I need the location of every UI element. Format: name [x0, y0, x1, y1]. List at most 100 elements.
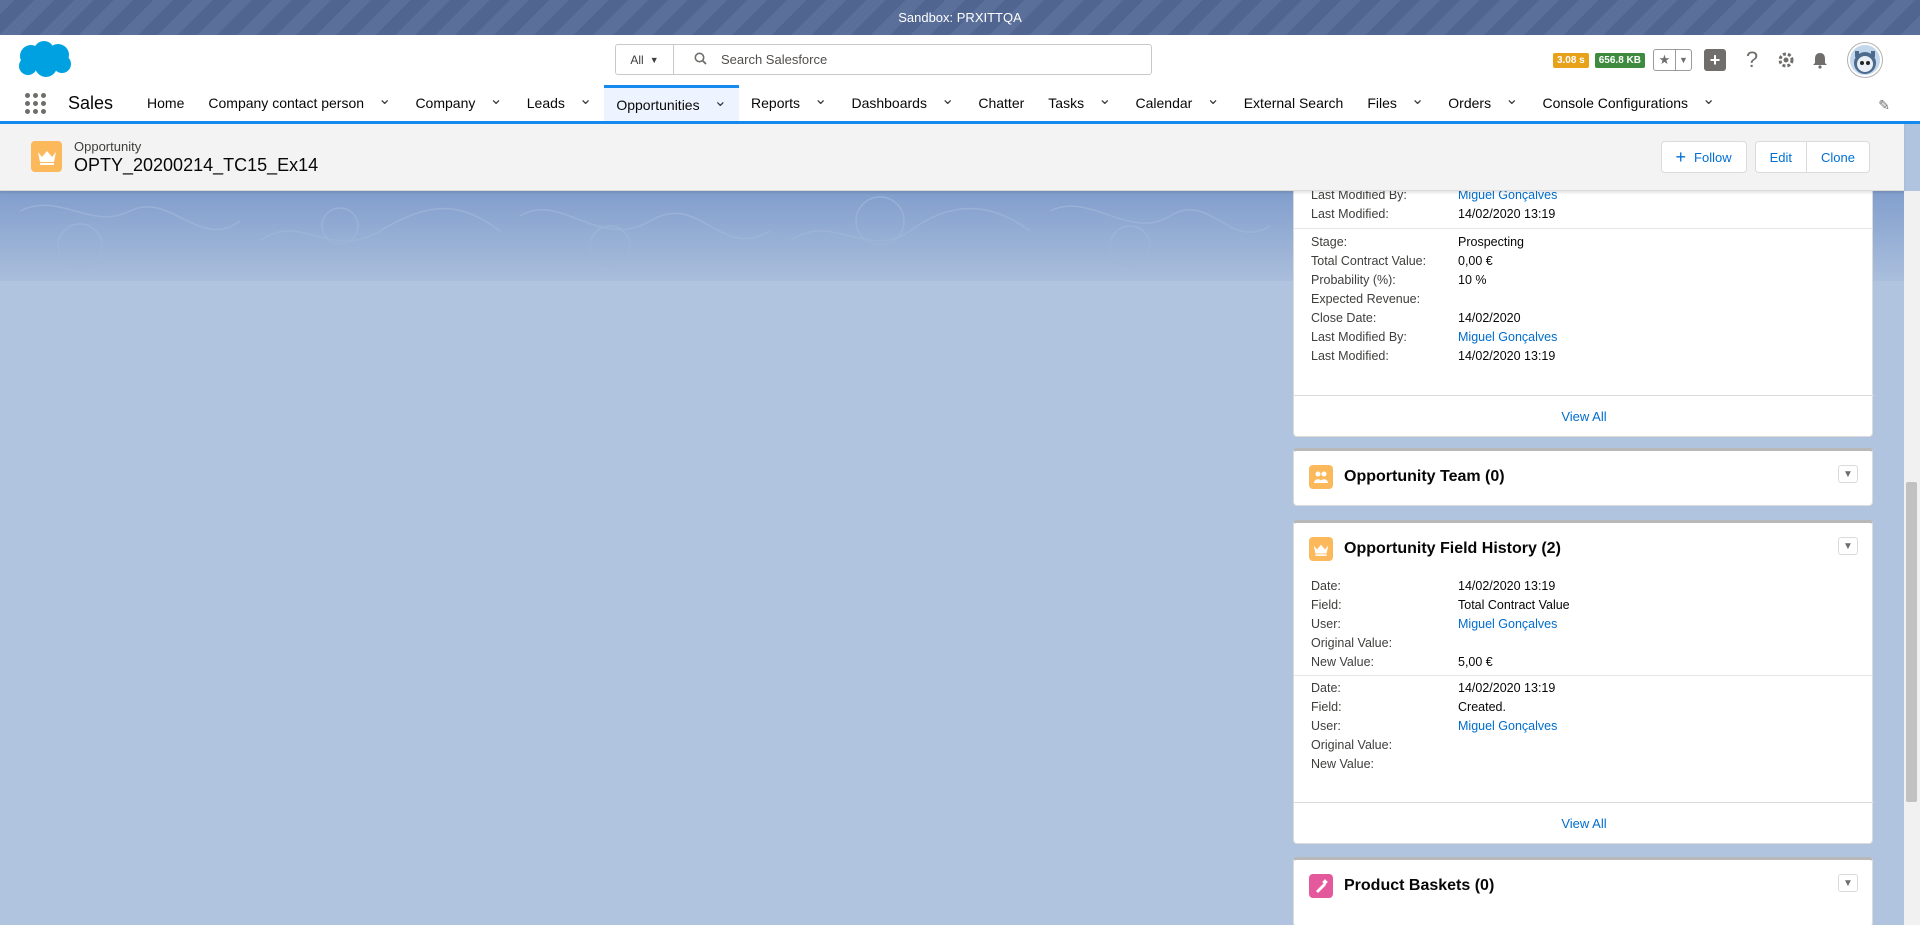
field-label: Last Modified:: [1311, 349, 1389, 363]
field-history-card-title: Opportunity Field History (2): [1344, 540, 1561, 557]
nav-tab-company[interactable]: Company ⌄: [403, 85, 514, 121]
chevron-down-icon[interactable]: ⌄: [1505, 92, 1518, 108]
user-avatar[interactable]: [1848, 43, 1882, 77]
nav-tab-calendar[interactable]: Calendar ⌄: [1123, 85, 1231, 121]
field-history-entries: Date: 14/02/2020 13:19 Field: Total Contrac…: [1294, 575, 1872, 774]
nav-tab-tasks[interactable]: Tasks ⌄: [1036, 85, 1123, 121]
nav-tab-label: Reports: [751, 95, 801, 111]
user-link[interactable]: Miguel Gonçalves: [1458, 328, 1557, 347]
nav-tab-leads[interactable]: Leads ⌄: [515, 85, 605, 121]
field-row: Date: 14/02/2020 13:19: [1294, 577, 1872, 596]
nav-tab-label: Dashboards: [851, 95, 927, 111]
edit-button[interactable]: Edit: [1754, 141, 1808, 173]
nav-tab-orders[interactable]: Orders ⌄: [1436, 85, 1530, 121]
user-link[interactable]: Miguel Gonçalves: [1458, 717, 1557, 736]
field-label: Field:: [1311, 700, 1342, 714]
field-row: Field: Total Contract Value: [1294, 596, 1872, 615]
nav-tab-label: Leads: [526, 95, 565, 111]
field-label: Close Date:: [1311, 311, 1377, 325]
nav-tab-dashboards[interactable]: Dashboards ⌄: [839, 85, 966, 121]
nav-items: Home Company contact person ⌄ Company ⌄ Leads…: [135, 85, 1728, 124]
search-scope-select[interactable]: All ▼: [616, 45, 674, 74]
follow-button[interactable]: + Follow: [1660, 141, 1747, 173]
nav-tab-company-contact-person[interactable]: Company contact person ⌄: [196, 85, 403, 121]
opportunity-crown-icon: [31, 141, 62, 172]
nav-tab-label: External Search: [1243, 95, 1344, 111]
nav-tab-label: Opportunities: [616, 96, 700, 113]
group-separator: [1294, 228, 1872, 229]
chevron-down-icon[interactable]: ⌄: [579, 92, 592, 108]
field-label: Stage:: [1311, 235, 1348, 249]
nav-tab-label: Company contact person: [208, 95, 365, 111]
record-header: Opportunity OPTY_20200214_TC15_Ex14 + Fo…: [0, 124, 1904, 191]
field-row: Total Contract Value: 0,00 €: [1294, 252, 1872, 271]
field-value: Created.: [1458, 700, 1506, 714]
perf-memory-badge: 656.8 KB: [1594, 52, 1645, 68]
chevron-down-icon[interactable]: ⌄: [1098, 92, 1111, 108]
field-label: Date:: [1311, 579, 1341, 593]
nav-tab-home[interactable]: Home: [135, 85, 196, 121]
chevron-down-icon[interactable]: ⌄: [714, 93, 727, 109]
chevron-down-icon[interactable]: ⌄: [1411, 92, 1424, 108]
chevron-down-icon[interactable]: ⌄: [941, 92, 954, 108]
chevron-down-icon[interactable]: ⌄: [1206, 92, 1219, 108]
nav-tab-opportunities[interactable]: Opportunities ⌄: [604, 85, 740, 124]
field-label: Probability (%):: [1311, 273, 1396, 287]
field-value: Prospecting: [1458, 235, 1525, 249]
field-label: Last Modified:: [1311, 207, 1389, 221]
setup-gear-icon[interactable]: [1772, 46, 1800, 74]
record-title: OPTY_20200214_TC15_Ex14: [74, 155, 319, 175]
nav-tab-reports[interactable]: Reports ⌄: [739, 85, 839, 121]
clone-button[interactable]: Clone: [1807, 141, 1870, 173]
chevron-down-icon[interactable]: ⌄: [378, 92, 391, 108]
field-value: 14/02/2020 13:19: [1458, 681, 1556, 695]
global-actions-button[interactable]: +: [1698, 46, 1732, 74]
background-pattern: [19, 196, 1271, 269]
nav-tab-chatter[interactable]: Chatter: [966, 85, 1036, 121]
field-label: Original Value:: [1311, 636, 1393, 650]
card-header: Opportunity Team (0): [1294, 451, 1872, 503]
nav-tab-external-search[interactable]: External Search: [1232, 85, 1356, 121]
field-value: 14/02/2020 13:19: [1458, 579, 1556, 593]
nav-tab-console-configurations[interactable]: Console Configurations ⌄: [1531, 85, 1728, 121]
field-label: User:: [1311, 617, 1341, 631]
app-launcher-waffle-icon[interactable]: [0, 85, 70, 121]
field-history-view-all-link[interactable]: View All: [1294, 802, 1874, 844]
chevron-down-icon[interactable]: ⌄: [489, 92, 502, 108]
app-name: Sales: [68, 92, 114, 113]
history-view-all-link[interactable]: View All: [1294, 395, 1874, 437]
field-row: Stage: Prospecting: [1294, 233, 1872, 252]
search-input[interactable]: Search Salesforce: [674, 45, 1151, 74]
field-history-card-menu-button[interactable]: ▼: [1838, 537, 1858, 555]
baskets-card-menu-button[interactable]: ▼: [1838, 874, 1858, 892]
opportunity-history-card: Last Modified By: Miguel Gonçalves Last Mo…: [1293, 179, 1874, 437]
baskets-card-title: Product Baskets (0): [1344, 877, 1495, 894]
edit-nav-pencil-icon[interactable]: ✎: [1878, 97, 1890, 114]
favorite-star-icon[interactable]: ★: [1654, 50, 1675, 70]
field-label: New Value:: [1311, 757, 1374, 771]
search-placeholder: Search Salesforce: [721, 52, 828, 67]
notifications-bell-icon[interactable]: [1806, 46, 1834, 74]
field-row: New Value:: [1294, 755, 1872, 774]
user-link[interactable]: Miguel Gonçalves: [1458, 615, 1557, 634]
field-history-entry: Date: 14/02/2020 13:19 Field: Total Contrac…: [1294, 577, 1872, 672]
chevron-down-icon[interactable]: ⌄: [1702, 92, 1715, 108]
field-value: 14/02/2020: [1458, 311, 1521, 325]
favorites-group: ★ ▼: [1653, 49, 1692, 71]
basket-icon: [1309, 874, 1333, 898]
record-actions: + Follow Edit Clone: [1660, 141, 1870, 173]
salesforce-logo-icon[interactable]: [14, 40, 74, 80]
field-row: Date: 14/02/2020 13:19: [1294, 679, 1872, 698]
help-icon[interactable]: ?: [1738, 46, 1766, 74]
nav-tab-files[interactable]: Files ⌄: [1355, 85, 1436, 121]
field-label: Total Contract Value:: [1311, 254, 1427, 268]
plus-icon: +: [1675, 147, 1687, 167]
chevron-down-icon[interactable]: ⌄: [814, 92, 827, 108]
field-row: Last Modified: 14/02/2020 13:19: [1294, 347, 1872, 366]
field-label: Original Value:: [1311, 738, 1393, 752]
team-card-menu-button[interactable]: ▼: [1838, 465, 1858, 483]
favorites-menu-icon[interactable]: ▼: [1675, 50, 1691, 70]
field-label: New Value:: [1311, 655, 1374, 669]
field-row: Last Modified: 14/02/2020 13:19: [1294, 205, 1872, 224]
page-scrollbar-thumb[interactable]: [1906, 482, 1917, 802]
